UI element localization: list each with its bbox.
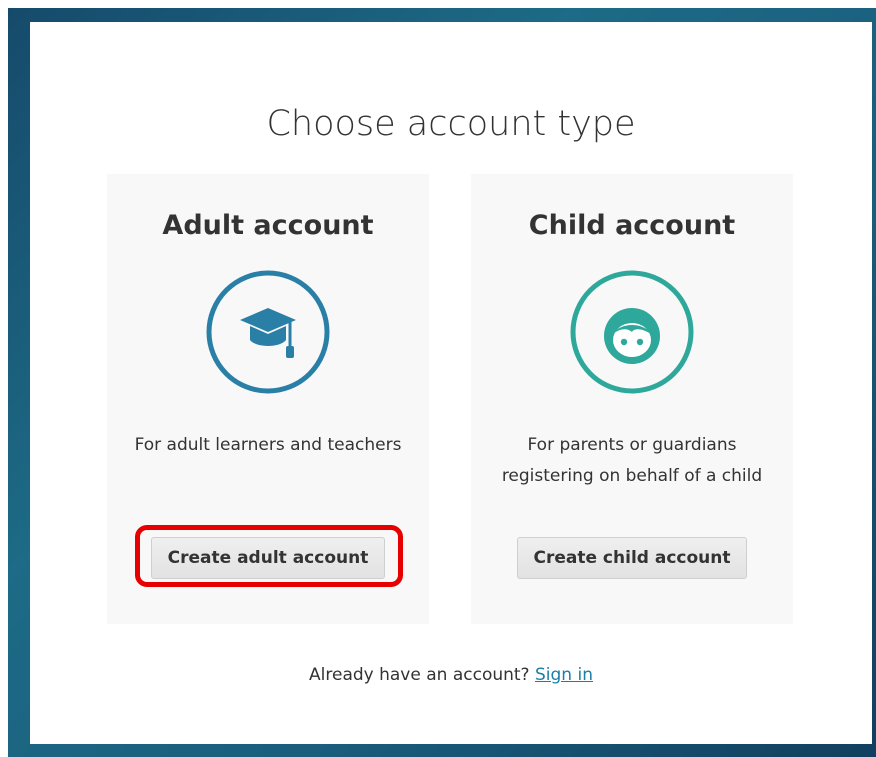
account-type-dialog: Choose account type Adult account For ad… (30, 22, 872, 744)
create-child-account-button[interactable]: Create child account (517, 537, 747, 579)
child-account-heading: Child account (528, 210, 736, 241)
signin-link[interactable]: Sign in (535, 665, 593, 685)
child-account-description: For parents or guardians registering on … (501, 435, 763, 486)
page-title: Choose account type (266, 104, 636, 144)
signin-prompt-text: Already have an account? (309, 665, 530, 685)
signin-prompt: Already have an account? Sign in (30, 665, 872, 685)
highlight-annotation (135, 525, 403, 587)
adult-account-heading: Adult account (162, 210, 374, 241)
child-face-icon (570, 270, 694, 394)
child-account-panel: Child account For parents or guardians r… (471, 174, 793, 624)
graduation-cap-icon (206, 270, 330, 394)
adult-account-description: For adult learners and teachers (134, 435, 402, 455)
